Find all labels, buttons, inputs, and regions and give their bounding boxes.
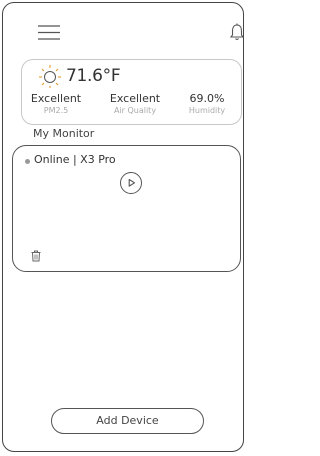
- metric-value: Excellent: [109, 92, 161, 105]
- section-title: My Monitor: [33, 127, 95, 140]
- metric-humidity: 69.0% Humidity: [174, 92, 240, 115]
- device-card[interactable]: Online | X3 Pro: [12, 145, 241, 272]
- play-icon: [128, 178, 136, 187]
- metric-air-quality: Excellent Air Quality: [102, 92, 168, 115]
- status-dot-icon: [25, 159, 30, 164]
- metric-label: Air Quality: [113, 106, 157, 115]
- metric-value: 69.0%: [189, 92, 225, 105]
- metric-pm25: Excellent PM2.5: [26, 92, 86, 115]
- metric-label: PM2.5: [43, 106, 69, 115]
- add-device-button[interactable]: Add Device: [51, 408, 204, 434]
- metric-value: Excellent: [30, 92, 82, 105]
- metric-label: Humidity: [188, 106, 226, 115]
- sun-icon: [38, 64, 62, 88]
- weather-card: 71.6°F Excellent PM2.5 Excellent Air Qua…: [21, 59, 242, 125]
- bell-icon[interactable]: [229, 23, 246, 41]
- device-status-text: Online | X3 Pro: [34, 153, 116, 166]
- hamburger-menu-icon[interactable]: [38, 25, 60, 40]
- temperature-reading: 71.6°F: [66, 66, 121, 86]
- play-button[interactable]: [120, 172, 142, 194]
- trash-icon[interactable]: [31, 247, 41, 262]
